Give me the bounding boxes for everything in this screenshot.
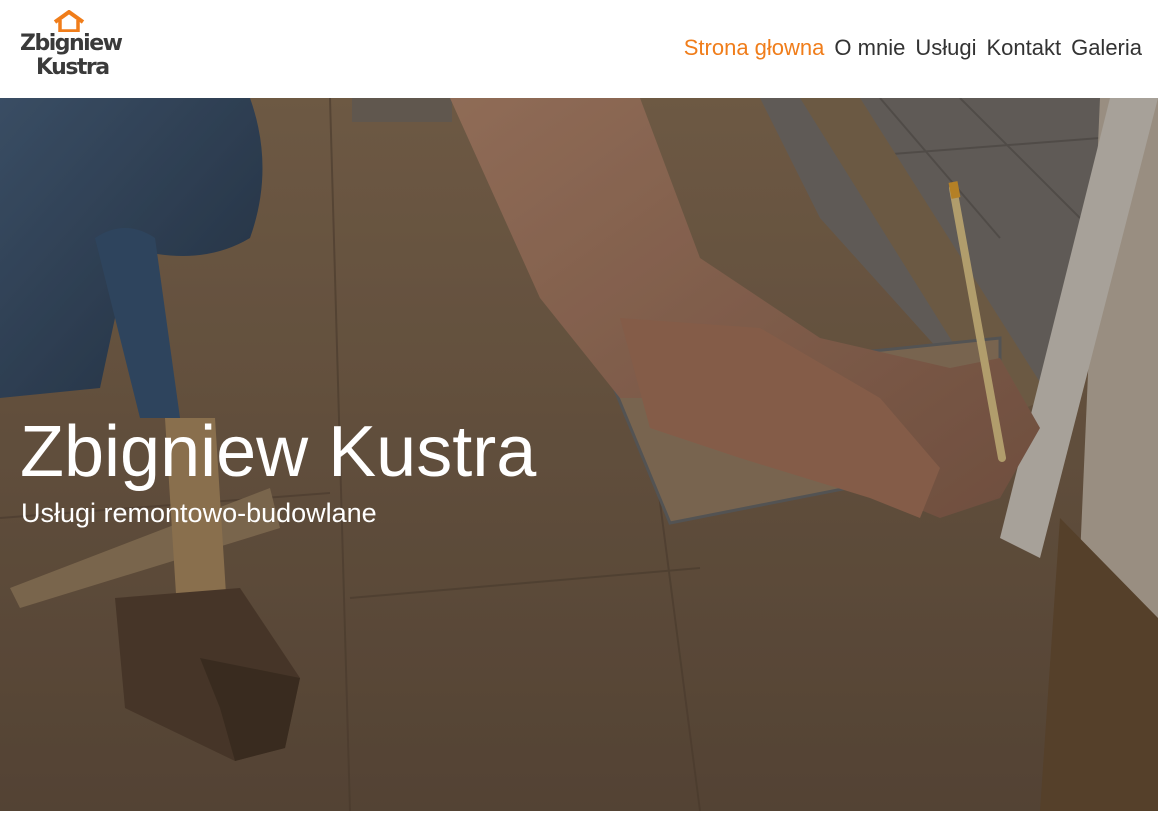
hero-subtitle: Usługi remontowo-budowlane (21, 498, 377, 528)
hero-title: Zbigniew Kustra (20, 412, 537, 492)
nav-item-gallery[interactable]: Galeria (1071, 34, 1142, 62)
logo-text-line2: Kustra (36, 55, 110, 80)
main-nav: Strona głowna O mnie Usługi Kontakt Gale… (684, 34, 1142, 62)
site-header: Zbigniew Kustra Strona głowna O mnie Usł… (0, 0, 1158, 98)
nav-item-home[interactable]: Strona głowna (684, 34, 825, 62)
house-icon (53, 10, 85, 32)
logo-text-line1: Zbigniew (20, 31, 123, 56)
nav-item-services[interactable]: Usługi (915, 34, 976, 62)
hero-banner: Zbigniew Kustra Usługi remontowo-budowla… (0, 98, 1158, 811)
nav-item-contact[interactable]: Kontakt (986, 34, 1061, 62)
site-logo[interactable]: Zbigniew Kustra (20, 10, 130, 82)
nav-item-about[interactable]: O mnie (834, 34, 905, 62)
